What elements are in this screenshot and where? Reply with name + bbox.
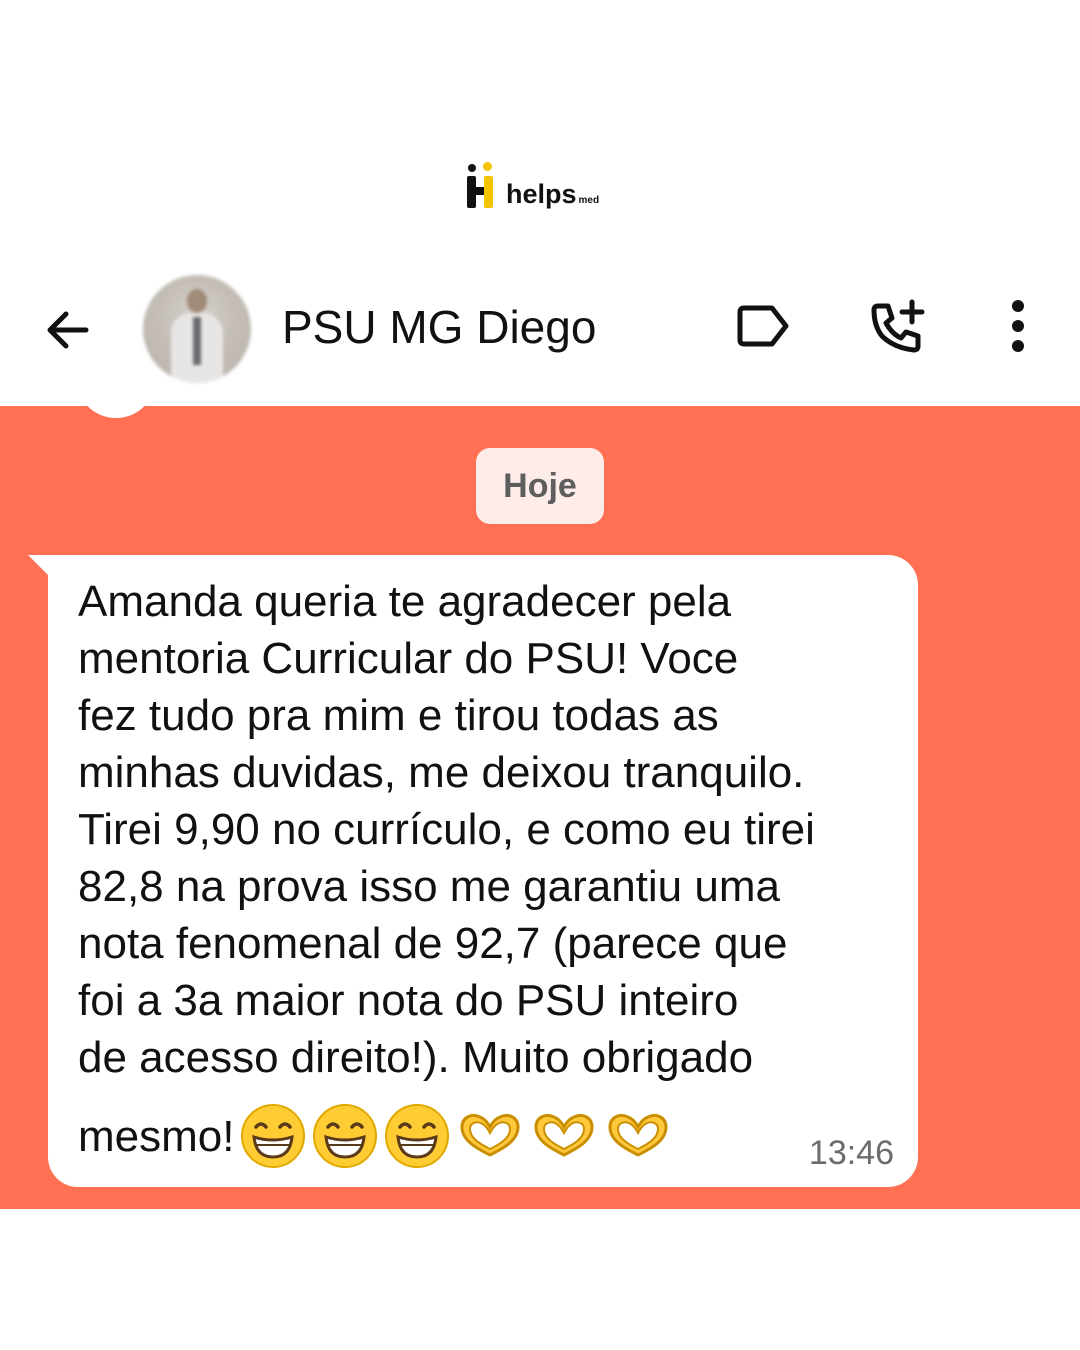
more-options-button[interactable] — [986, 294, 1050, 358]
message-last-text: mesmo! — [78, 1111, 235, 1161]
add-call-button[interactable] — [866, 294, 930, 358]
brand-suffix: med — [578, 195, 600, 206]
label-icon — [737, 305, 789, 347]
back-button[interactable] — [40, 302, 96, 358]
grinning-face-icon — [313, 1104, 378, 1168]
brand-logo: helps med — [466, 158, 599, 210]
add-call-icon — [871, 299, 925, 353]
heart-hands-icon — [460, 1113, 520, 1157]
heart-hands-icon — [534, 1113, 594, 1157]
chat-header: PSU MG Diego — [0, 262, 1080, 406]
chat-area[interactable]: Hoje Amanda queria te agradecer pela men… — [0, 406, 1080, 1209]
grinning-face-icon — [385, 1104, 450, 1168]
heart-hands-icon — [608, 1113, 668, 1157]
label-button[interactable] — [730, 294, 794, 358]
more-vert-icon — [1012, 300, 1024, 352]
brand-name: helps — [506, 179, 577, 209]
message-bubble[interactable]: Amanda queria te agradecer pela mentoria… — [48, 555, 918, 1187]
contact-name[interactable]: PSU MG Diego — [282, 296, 596, 358]
helps-logo-icon — [466, 162, 500, 210]
message-last-line: mesmo! — [78, 1103, 672, 1169]
message-text: Amanda queria te agradecer pela mentoria… — [78, 577, 815, 1082]
previous-message-bubble — [76, 406, 156, 418]
avatar[interactable] — [143, 275, 251, 383]
date-chip: Hoje — [476, 448, 604, 524]
back-arrow-icon — [47, 311, 89, 349]
message-timestamp: 13:46 — [808, 1134, 894, 1172]
grinning-face-icon — [241, 1104, 306, 1168]
